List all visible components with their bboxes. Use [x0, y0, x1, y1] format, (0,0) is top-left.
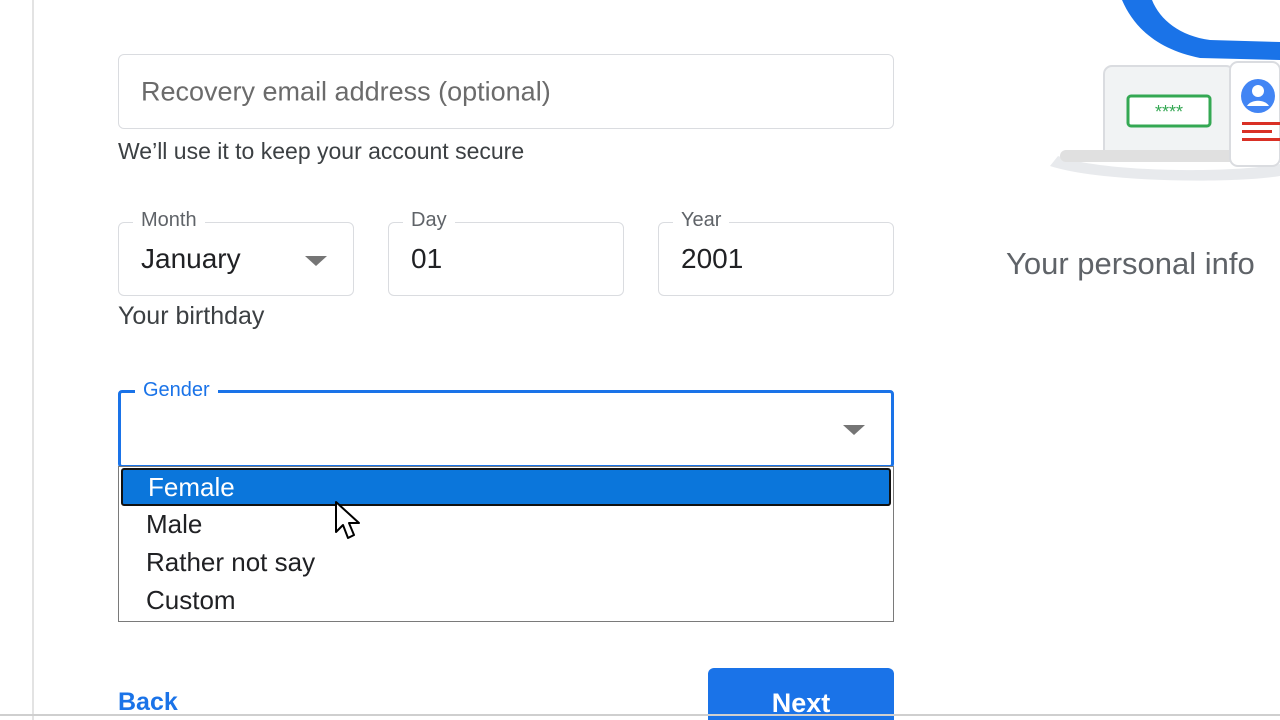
month-value: January: [141, 243, 241, 274]
year-label: Year: [673, 209, 730, 232]
chevron-down-icon: [843, 425, 865, 435]
year-field[interactable]: Year 2001: [658, 209, 894, 296]
next-button[interactable]: Next: [708, 668, 894, 720]
recovery-email-field[interactable]: Recovery email address (optional): [118, 54, 894, 129]
laptop-security-illustration: ****: [1040, 0, 1280, 200]
birthday-helper: Your birthday: [118, 302, 265, 330]
chevron-down-icon: [305, 256, 327, 266]
gender-option-female[interactable]: Female: [121, 468, 891, 506]
recovery-email-placeholder: Recovery email address (optional): [141, 76, 551, 106]
password-mask-text: ****: [1155, 102, 1183, 122]
recovery-email-helper: We’ll use it to keep your account secure: [118, 138, 525, 164]
gender-option-male[interactable]: Male: [121, 505, 891, 543]
back-button[interactable]: Back: [118, 688, 178, 717]
year-value: 2001: [681, 243, 744, 274]
gender-option-custom[interactable]: Custom: [121, 581, 891, 619]
gender-select[interactable]: Gender: [118, 379, 894, 468]
signup-page: Recovery email address (optional) We’ll …: [0, 0, 1280, 720]
month-label: Month: [133, 209, 205, 232]
gender-dropdown-list: Female Male Rather not say Custom: [118, 466, 894, 622]
bottom-divider: [0, 714, 1280, 716]
mouse-pointer-icon: [335, 501, 360, 539]
gender-label: Gender: [135, 379, 218, 402]
day-label: Day: [403, 209, 455, 232]
day-value: 01: [411, 243, 443, 274]
illustration-graphic: ****: [1050, 0, 1280, 181]
gender-option-rather-not-say[interactable]: Rather not say: [121, 543, 891, 581]
side-panel-text: Your personal info: [1006, 246, 1255, 281]
left-divider: [32, 0, 34, 720]
day-field[interactable]: Day 01: [388, 209, 624, 296]
month-select[interactable]: Month January: [118, 209, 354, 296]
